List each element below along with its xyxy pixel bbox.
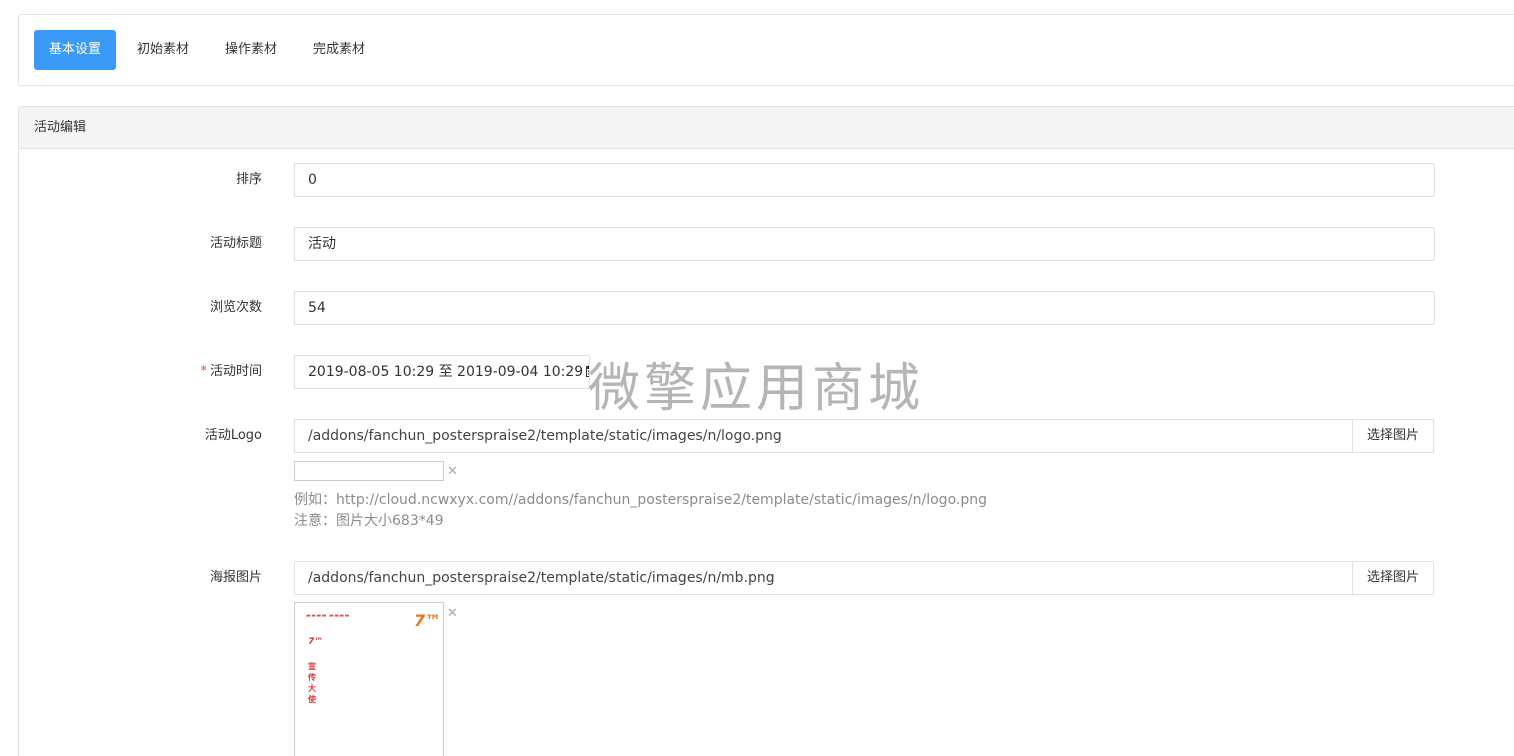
- tab-operation-material[interactable]: 操作素材: [225, 30, 277, 70]
- poster-image-label: 海报图片: [209, 570, 262, 585]
- poster-path-input[interactable]: /addons/fanchun_posterspraise2/template/…: [294, 561, 1353, 595]
- sort-label: 排序: [235, 172, 262, 187]
- tab-complete-material[interactable]: 完成素材: [313, 30, 365, 70]
- watermark: 微擎应用商城: [588, 359, 925, 419]
- tab-bar: 基本设置 初始素材 操作素材 完成素材: [18, 14, 1514, 86]
- poster-red-mark-icon: 7™: [308, 637, 324, 647]
- activity-time-value: 2019-08-05 10:29 至 2019-09-04 10:29: [308, 364, 584, 380]
- select-poster-image-button[interactable]: 选择图片: [1352, 561, 1434, 595]
- activity-time-range-input[interactable]: 2019-08-05 10:29 至 2019-09-04 10:29: [294, 355, 590, 389]
- poster-logo-icon: 7™: [414, 611, 442, 630]
- logo-preview-thumbnail: [294, 461, 444, 481]
- activity-title-label: 活动标题: [209, 236, 262, 251]
- poster-preview-thumbnail: ▬▬▬▬ ▬▬▬▬ 7™ 7™ 宣传大使: [294, 602, 444, 756]
- poster-header-text: ▬▬▬▬ ▬▬▬▬: [306, 613, 350, 619]
- remove-logo-icon[interactable]: ✕: [447, 464, 458, 479]
- logo-help-example: 例如：http://cloud.ncwxyx.com//addons/fanch…: [294, 492, 987, 508]
- logo-path-input[interactable]: /addons/fanchun_posterspraise2/template/…: [294, 419, 1353, 453]
- activity-title-input[interactable]: 活动: [294, 227, 1435, 261]
- views-label: 浏览次数: [209, 300, 262, 315]
- activity-logo-label: 活动Logo: [204, 428, 262, 443]
- views-input[interactable]: 54: [294, 291, 1435, 325]
- remove-poster-icon[interactable]: ✕: [447, 606, 458, 621]
- logo-help-note: 注意：图片大小683*49: [294, 513, 444, 529]
- select-logo-image-button[interactable]: 选择图片: [1352, 419, 1434, 453]
- activity-time-label-text: 活动时间: [209, 364, 262, 379]
- poster-vertical-text: 宣传大使: [308, 662, 316, 704]
- panel-title: 活动编辑: [19, 107, 1514, 149]
- sort-input[interactable]: 0: [294, 163, 1435, 197]
- tab-initial-material[interactable]: 初始素材: [137, 30, 189, 70]
- tab-basic-settings[interactable]: 基本设置: [34, 30, 117, 70]
- activity-time-label: * 活动时间: [0, 355, 262, 389]
- required-mark: *: [200, 364, 207, 379]
